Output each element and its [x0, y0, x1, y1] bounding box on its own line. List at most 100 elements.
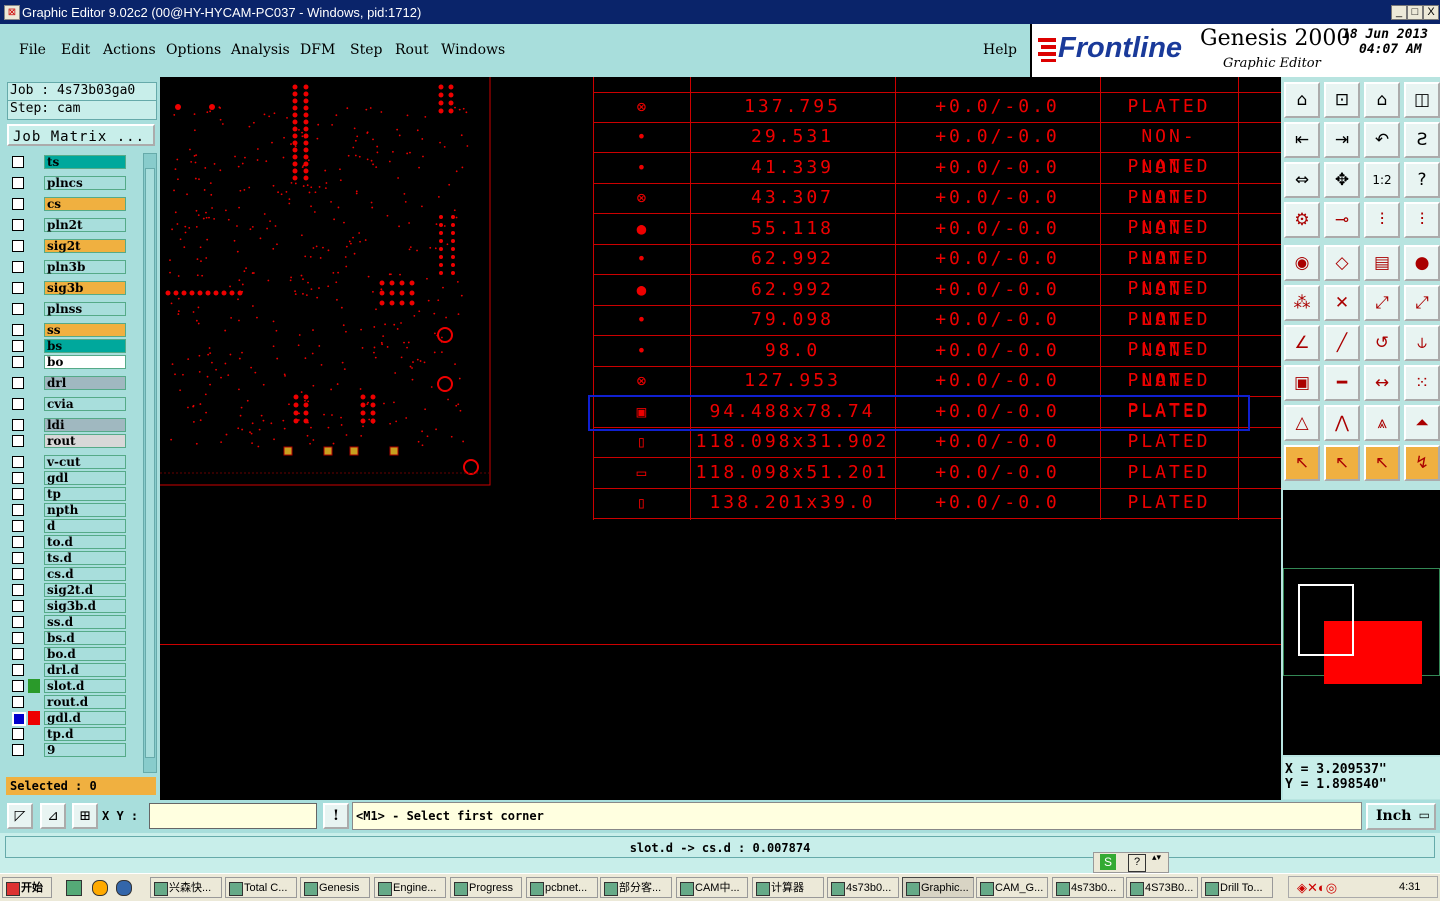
job-matrix-button[interactable]: Job Matrix ...	[7, 124, 155, 146]
arrow-up-icon[interactable]: ⩓	[1364, 405, 1400, 441]
layer-color-swatch[interactable]	[28, 503, 40, 517]
layer-color-swatch[interactable]	[28, 239, 40, 253]
taskbar-item[interactable]: 4s73b0...	[1052, 877, 1124, 898]
table-row[interactable]: ● 62.992 +0.0/-0.0 NON-PLATED	[593, 275, 1281, 330]
layer-name[interactable]: ts.d	[44, 551, 126, 565]
layer-name[interactable]: cvia	[44, 397, 126, 411]
layer-row-bs.d[interactable]: bs.d	[10, 631, 128, 645]
maximize-button[interactable]: □	[1407, 5, 1423, 20]
layer-row-v-cut[interactable]: v-cut	[10, 455, 128, 469]
layer-name[interactable]: ts	[44, 155, 126, 169]
layer-checkbox[interactable]	[12, 712, 26, 726]
layer-color-swatch[interactable]	[28, 631, 40, 645]
layer-row-d[interactable]: d	[10, 519, 128, 533]
taskbar-item[interactable]: Engine...	[374, 877, 446, 898]
layer-name[interactable]: ss.d	[44, 615, 126, 629]
layer-color-swatch[interactable]	[28, 418, 40, 432]
link-alt-icon[interactable]: ⤢	[1404, 285, 1440, 321]
menu-options[interactable]: Options	[166, 42, 221, 58]
menu-actions[interactable]: Actions	[103, 42, 156, 58]
table-row[interactable]: ⊗ 43.307 +0.0/-0.0 NON-PLATED	[593, 183, 1281, 238]
layer-name[interactable]: 9	[44, 743, 126, 757]
layer-row-ts.d[interactable]: ts.d	[10, 551, 128, 565]
layer-color-swatch[interactable]	[28, 615, 40, 629]
layer-row-pln3b[interactable]: pln3b	[10, 260, 128, 274]
menu-help[interactable]: Help	[983, 42, 1017, 58]
layer-name[interactable]: v-cut	[44, 455, 126, 469]
close-button[interactable]: X	[1423, 5, 1439, 20]
taskbar-item[interactable]: Graphic...	[902, 877, 974, 898]
pad-select-icon[interactable]: ▣	[1284, 365, 1320, 401]
flat-icon[interactable]: ⏶	[1404, 405, 1440, 441]
layer-color-swatch[interactable]	[28, 583, 40, 597]
measure-icon[interactable]: ⊸	[1324, 202, 1360, 238]
alert-icon[interactable]: !	[323, 803, 349, 829]
layer-color-swatch[interactable]	[28, 487, 40, 501]
layer-checkbox[interactable]	[12, 456, 24, 468]
layer-checkbox[interactable]	[12, 680, 24, 692]
layer-color-swatch[interactable]	[28, 647, 40, 661]
pointer-select-icon[interactable]: ↖	[1324, 445, 1360, 481]
menu-edit[interactable]: Edit	[61, 42, 90, 58]
layer-checkbox[interactable]	[12, 324, 24, 336]
layer-color-swatch[interactable]	[28, 743, 40, 757]
layer-name[interactable]: cs.d	[44, 567, 126, 581]
layer-color-swatch[interactable]	[28, 355, 40, 369]
layer-checkbox[interactable]	[12, 504, 24, 516]
start-button[interactable]: 开始	[2, 877, 52, 898]
help-icon[interactable]: ?	[1128, 854, 1146, 872]
menu-windows[interactable]: Windows	[441, 42, 505, 58]
layer-row-drl.d[interactable]: drl.d	[10, 663, 128, 677]
table-row[interactable]: • 98.0 +0.0/-0.0 NON-PLATED	[593, 336, 1281, 391]
table-row[interactable]: ● 55.118 +0.0/-0.0 NON-PLATED	[593, 214, 1281, 269]
pan-left-icon[interactable]: ⇤	[1284, 122, 1320, 158]
layer-row-npth[interactable]: npth	[10, 503, 128, 517]
layer-color-swatch[interactable]	[28, 323, 40, 337]
layer-name[interactable]: sig3b.d	[44, 599, 126, 613]
layer-row-bo.d[interactable]: bo.d	[10, 647, 128, 661]
layer-checkbox[interactable]	[12, 340, 24, 352]
graphic-canvas[interactable]: ⊗ 137.795 +0.0/-0.0 PLATED • 29.531 +0.0/-0.0 N…	[160, 77, 1281, 800]
layer-color-swatch[interactable]	[28, 567, 40, 581]
angle-icon[interactable]: ∠	[1284, 325, 1320, 361]
table-row[interactable]: ⊗ 127.953 +0.0/-0.0 NON-PLATED	[593, 366, 1281, 421]
layer-name[interactable]: rout.d	[44, 695, 126, 709]
layer-row-9[interactable]: 9	[10, 743, 128, 757]
taskbar-item[interactable]: 计算器	[752, 877, 824, 898]
dimension-icon[interactable]: ↔	[1364, 365, 1400, 401]
layer-name[interactable]: npth	[44, 503, 126, 517]
redraw-icon[interactable]: Ƨ	[1404, 122, 1440, 158]
layer-color-swatch[interactable]	[28, 197, 40, 211]
pan-right-icon[interactable]: ⇥	[1324, 122, 1360, 158]
layer-color-swatch[interactable]	[28, 679, 40, 693]
layer-color-swatch[interactable]	[28, 471, 40, 485]
peak-icon[interactable]: ⋀	[1324, 405, 1360, 441]
layer-name[interactable]: sig2t	[44, 239, 126, 253]
table-row[interactable]: • 62.992 +0.0/-0.0 NON-PLATED	[593, 244, 1281, 299]
taskbar-item[interactable]: 兴森快...	[150, 877, 222, 898]
layer-checkbox[interactable]	[12, 156, 24, 168]
layer-row-bs[interactable]: bs	[10, 339, 128, 353]
center-icon[interactable]: ✥	[1324, 162, 1360, 198]
layer-name[interactable]: plnss	[44, 302, 126, 316]
layer-color-swatch[interactable]	[28, 519, 40, 533]
taskbar-item[interactable]: 部分客...	[600, 877, 672, 898]
layer-row-slot.d[interactable]: slot.d	[10, 679, 128, 693]
drill-icon[interactable]: ⚙	[1284, 202, 1320, 238]
scale-icon[interactable]: 1:2	[1364, 162, 1400, 198]
zoom-in-icon[interactable]: ⊡	[1324, 82, 1360, 118]
quicklaunch-media-icon[interactable]	[116, 880, 132, 896]
layer-color-swatch[interactable]	[28, 551, 40, 565]
layer-row-cs[interactable]: cs	[10, 197, 128, 211]
layer-name[interactable]: drl	[44, 376, 126, 390]
layers-icon[interactable]: ⫶	[1364, 202, 1400, 238]
layer-color-swatch[interactable]	[28, 599, 40, 613]
mirror-icon[interactable]: ⫝	[1404, 325, 1440, 361]
snap-icon[interactable]: ⊿	[40, 803, 66, 829]
layer-checkbox[interactable]	[12, 552, 24, 564]
layer-name[interactable]: d	[44, 519, 126, 533]
layer-checkbox[interactable]	[12, 536, 24, 548]
layer-checkbox[interactable]	[12, 584, 24, 596]
layer-checkbox[interactable]	[12, 472, 24, 484]
taskbar-item[interactable]: Progress	[450, 877, 522, 898]
